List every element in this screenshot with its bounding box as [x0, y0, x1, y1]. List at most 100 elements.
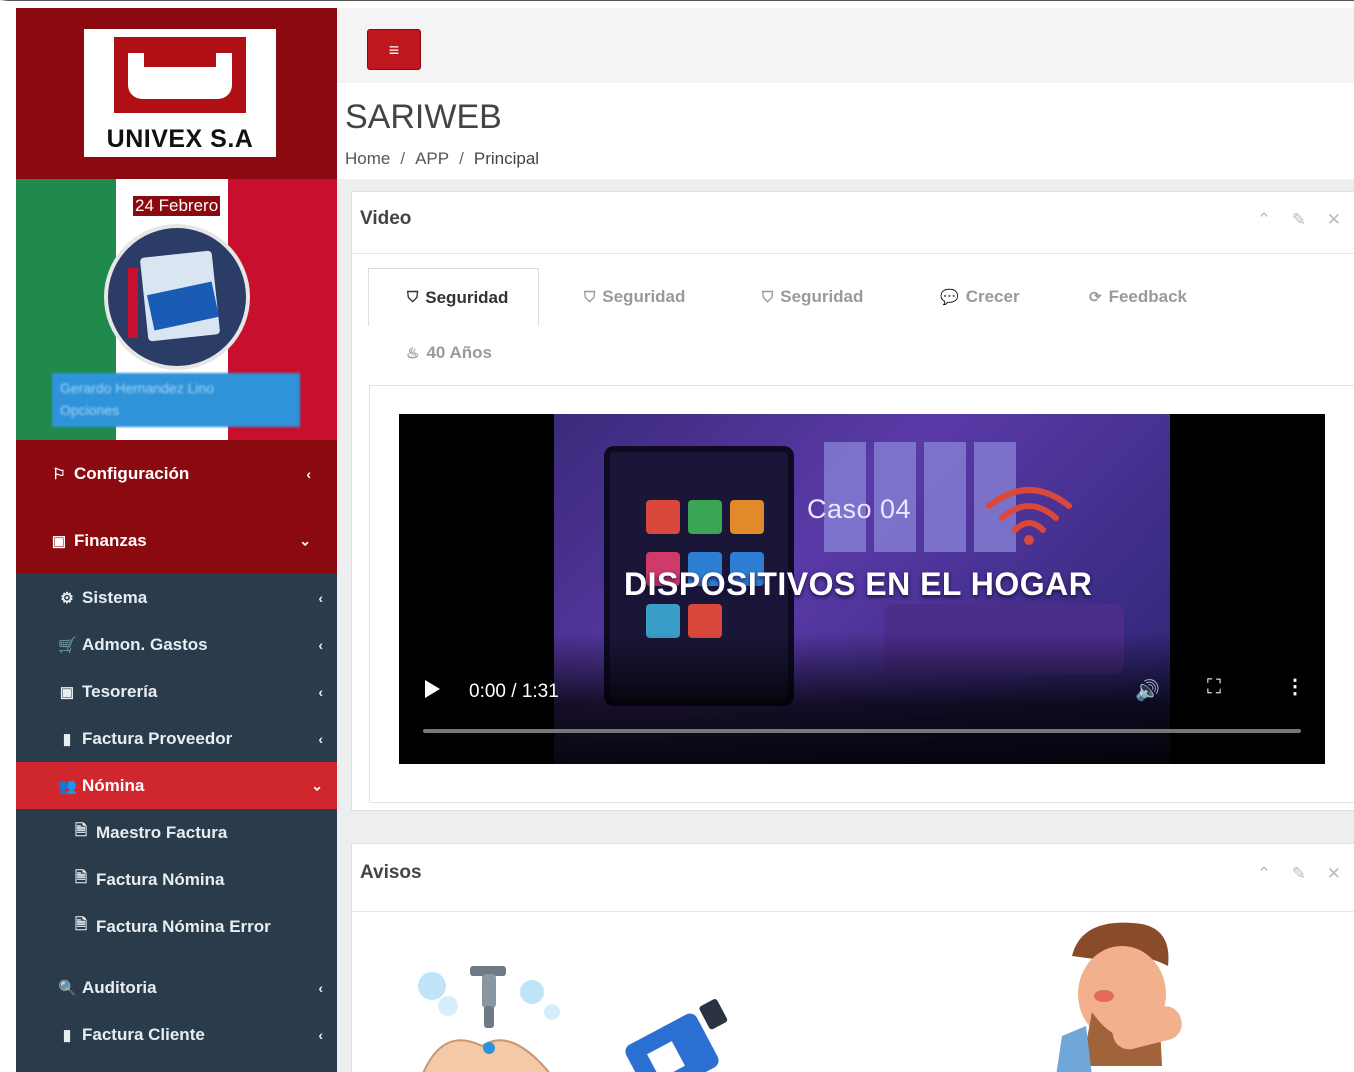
sanitizer-illustration	[625, 999, 728, 1072]
file-text-icon: 🗎	[74, 822, 88, 839]
chevron-left-icon: ‹	[318, 979, 323, 996]
file-icon: ▮	[62, 1026, 72, 1044]
logo-text: UNIVEX S.A	[106, 125, 254, 153]
sidebar: UNIVEX S.A 24 Febrero Gerardo Hernandez …	[16, 8, 337, 1072]
video-time: 0:00 / 1:31	[469, 681, 559, 702]
date-label: 24 Febrero	[133, 196, 221, 216]
sidebar-item-factura-nomina[interactable]: 🗎 Factura Nómina	[16, 856, 337, 903]
shield-icon: ⛉	[762, 288, 774, 306]
sidebar-item-sistema[interactable]: ⚙ Sistema ‹	[16, 574, 337, 621]
chevron-left-icon: ‹	[318, 589, 323, 606]
sidebar-item-label: Configuración	[74, 463, 190, 483]
sidebar-item-admon-gastos[interactable]: 🛒 Admon. Gastos ‹	[16, 621, 337, 668]
page: UNIVEX S.A 24 Febrero Gerardo Hernandez …	[0, 0, 1354, 1072]
handwashing-illustration	[418, 966, 560, 1072]
avisos-panel: Avisos ⌃ ✎ ✕	[351, 843, 1354, 1072]
menu-toggle-button[interactable]: ≡	[367, 29, 421, 70]
chevron-left-icon: ‹	[318, 730, 323, 747]
shield-icon: ⛉	[584, 288, 596, 306]
sidebar-item-factura-proveedor[interactable]: ▮ Factura Proveedor ‹	[16, 715, 337, 762]
breadcrumb-home[interactable]: Home	[345, 149, 390, 168]
sidebar-item-label: Factura Nómina Error	[96, 916, 271, 936]
sidebar-item-label: Maestro Factura	[96, 822, 228, 842]
fullscreen-icon[interactable]: ⛶	[1207, 676, 1221, 699]
cart-icon: 🛒	[58, 636, 77, 654]
file-text-icon: 🗎	[74, 869, 88, 886]
chevron-left-icon: ‹	[318, 683, 323, 700]
flag-icon: ⚐	[52, 465, 66, 483]
panel-tools[interactable]: ⌃ ✎ ✕	[1257, 210, 1349, 230]
more-options-icon[interactable]: ⋮	[1285, 674, 1305, 699]
video-panel: Video ⌃ ✎ ✕ ⛉ Seguridad ⛉ Seguridad ⛉ Se…	[351, 191, 1354, 811]
menu-sub: ⚙ Sistema ‹ 🛒 Admon. Gastos ‹ ▣ Tesorerí…	[16, 574, 337, 1058]
tab-feedback[interactable]: ⟳ Feedback	[1089, 268, 1187, 326]
sidebar-item-auditoria[interactable]: 🔍 Auditoria ‹	[16, 964, 337, 1011]
refresh-icon: ⟳	[1089, 289, 1102, 306]
sidebar-item-finanzas[interactable]: ▣ Finanzas ⌄	[16, 507, 337, 574]
breadcrumb-current: Principal	[473, 149, 540, 168]
wifi-icon	[986, 487, 1072, 545]
file-text-icon: 🗎	[74, 916, 88, 933]
tab-seguridad-1[interactable]: ⛉ Seguridad	[368, 268, 540, 326]
money-icon: ▣	[51, 532, 67, 550]
top-bar: ≡	[337, 8, 1354, 83]
money-icon: ▣	[59, 683, 75, 701]
sidebar-item-label: Tesorería	[82, 681, 158, 701]
company-logo[interactable]: UNIVEX S.A	[84, 29, 276, 157]
breadcrumb: Home / APP / Principal	[345, 149, 540, 168]
logo-mark	[114, 37, 246, 113]
video-progress-bar[interactable]	[423, 729, 1301, 733]
users-icon: 👥	[58, 777, 77, 795]
sidebar-item-label: Nómina	[82, 775, 145, 795]
sidebar-item-maestro-factura[interactable]: 🗎 Maestro Factura	[16, 809, 337, 856]
sidebar-item-label: Admon. Gastos	[82, 634, 208, 654]
panel-tools[interactable]: ⌃ ✎ ✕	[1257, 864, 1349, 884]
sidebar-item-factura-nomina-error[interactable]: 🗎 Factura Nómina Error	[16, 903, 337, 950]
chevron-left-icon: ‹	[306, 465, 311, 482]
sidebar-item-label: Auditoria	[82, 977, 157, 997]
tab-seguridad-3[interactable]: ⛉ Seguridad	[762, 268, 863, 326]
panel-title: Video	[360, 208, 412, 229]
video-container: Caso 04 DISPOSITIVOS EN EL HOGAR 0:00 / …	[369, 385, 1354, 803]
sick-person-illustration	[1056, 922, 1182, 1072]
video-case-text: Caso 04	[807, 494, 912, 524]
chevron-down-icon: ⌄	[311, 777, 323, 793]
tab-40-anos[interactable]: ♨ 40 Años	[406, 324, 492, 382]
sidebar-item-tesoreria[interactable]: ▣ Tesorería ‹	[16, 668, 337, 715]
panel-header: Video ⌃ ✎ ✕	[352, 192, 1354, 254]
video-tabs: ⛉ Seguridad ⛉ Seguridad ⛉ Seguridad 💬 Cr…	[360, 268, 1354, 384]
breadcrumb-app[interactable]: APP	[415, 149, 449, 168]
play-icon[interactable]	[425, 680, 440, 698]
comment-icon: 💬	[940, 289, 959, 306]
hamburger-icon: ≡	[388, 40, 400, 60]
tab-seguridad-2[interactable]: ⛉ Seguridad	[584, 268, 685, 326]
search-plus-icon: 🔍	[58, 979, 77, 997]
logo-area: UNIVEX S.A	[16, 8, 337, 179]
menu-top: ⚐ Configuración ‹ ▣ Finanzas ⌄	[16, 440, 337, 574]
user-profile: 24 Febrero Gerardo Hernandez Lino Opcion…	[16, 179, 337, 440]
cake-icon: ♨	[406, 345, 420, 362]
panel-header: Avisos ⌃ ✎ ✕	[352, 844, 1354, 912]
avatar[interactable]	[104, 224, 250, 370]
video-headline: DISPOSITIVOS EN EL HOGAR	[624, 566, 1093, 602]
file-icon: ▮	[62, 730, 72, 748]
sidebar-item-label: Factura Cliente	[82, 1024, 205, 1044]
cogs-icon: ⚙	[60, 589, 74, 607]
sidebar-item-factura-cliente[interactable]: ▮ Factura Cliente ‹	[16, 1011, 337, 1058]
shield-icon: ⛉	[407, 289, 419, 306]
panel-title: Avisos	[360, 862, 422, 883]
user-name-blurred[interactable]: Gerardo Hernandez Lino Opciones	[52, 373, 300, 427]
chevron-left-icon: ‹	[318, 1026, 323, 1043]
sidebar-item-label: Finanzas	[74, 530, 147, 550]
chevron-left-icon: ‹	[318, 636, 323, 653]
video-player[interactable]: Caso 04 DISPOSITIVOS EN EL HOGAR 0:00 / …	[399, 414, 1325, 764]
volume-icon[interactable]: 🔊	[1135, 678, 1160, 703]
sidebar-item-label: Sistema	[82, 587, 148, 607]
sidebar-item-label: Factura Nómina	[96, 869, 225, 889]
page-title: SARIWEB	[345, 98, 502, 136]
sidebar-item-nomina[interactable]: 👥 Nómina ⌄	[16, 762, 337, 809]
chevron-down-icon: ⌄	[299, 532, 311, 548]
sidebar-item-label: Factura Proveedor	[82, 728, 233, 748]
tab-crecer[interactable]: 💬 Crecer	[940, 268, 1020, 326]
sidebar-item-configuracion[interactable]: ⚐ Configuración ‹	[16, 440, 337, 507]
